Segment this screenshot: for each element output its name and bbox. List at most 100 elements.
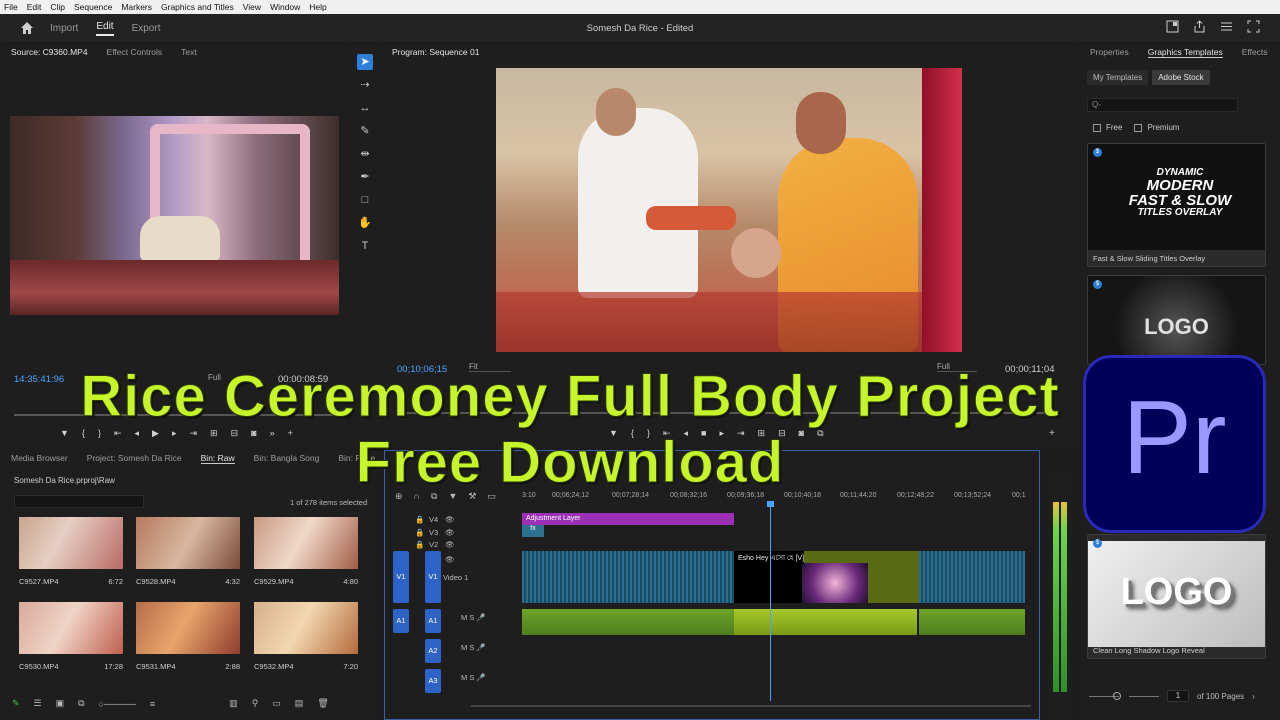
find-icon[interactable]: ⚲ [252, 698, 259, 709]
menu-sequence[interactable]: Sequence [74, 2, 112, 12]
tab-project[interactable]: Project: Somesh Da Rice [87, 453, 182, 463]
lift-icon[interactable]: ⊞ [758, 428, 766, 439]
razor-tool-icon[interactable]: ✎ [357, 123, 373, 139]
sort-icon[interactable]: ≡ [150, 699, 155, 709]
song-audio-clip[interactable] [734, 609, 917, 635]
tab-bin-project[interactable]: Bin: Proje [338, 453, 375, 463]
mute-solo-controls[interactable]: M S 🎤 [461, 613, 486, 622]
slider-handle[interactable] [1113, 692, 1121, 700]
eye-icon[interactable]: 👁 [445, 515, 455, 524]
quick-export-icon[interactable] [1166, 20, 1179, 33]
v1-clip[interactable] [919, 551, 1025, 603]
tab-bin-raw[interactable]: Bin: Raw [200, 453, 235, 464]
camera-icon[interactable]: ◙ [251, 428, 256, 439]
eye-icon[interactable]: 👁 [445, 555, 455, 564]
icon-view-icon[interactable]: ▣ [56, 698, 65, 709]
tab-text[interactable]: Text [181, 47, 197, 57]
add-button-icon[interactable]: + [288, 428, 293, 439]
lock-icon[interactable]: 🔒 [415, 528, 424, 537]
go-to-out-icon[interactable]: ⇥ [189, 428, 197, 439]
source-resolution-select[interactable]: Full [208, 373, 221, 382]
step-back-icon[interactable]: ◂ [135, 428, 140, 439]
menu-markers[interactable]: Markers [121, 2, 152, 12]
in-point-icon[interactable]: { [631, 428, 634, 439]
slip-tool-icon[interactable]: ⇹ [357, 146, 373, 162]
snap-icon[interactable]: ⊕ [395, 491, 403, 502]
linked-selection-icon[interactable]: ∩ [414, 491, 420, 502]
clip-thumbnail[interactable]: C9530.MP4 17:28 [19, 602, 123, 671]
tab-properties[interactable]: Properties [1090, 47, 1129, 57]
track-target-a1[interactable]: A1 [425, 609, 441, 633]
zoom-slider[interactable]: ○───── [99, 699, 136, 709]
play-icon[interactable]: ▶ [152, 428, 159, 439]
workspace-import[interactable]: Import [50, 23, 78, 34]
ripple-edit-tool-icon[interactable]: ↔ [357, 100, 373, 116]
program-scrubber[interactable] [397, 412, 1057, 414]
song-clip[interactable]: Esho Hey এসো হে [V] [734, 551, 919, 603]
insert-icon[interactable]: ⊞ [210, 428, 218, 439]
source-patch-v1[interactable]: V1 [393, 551, 409, 603]
type-tool-icon[interactable]: T [357, 238, 373, 254]
pen-tool-icon[interactable]: ✒ [357, 169, 373, 185]
v3-clip[interactable]: fx [522, 525, 544, 537]
program-timecode[interactable]: 00;10;06;15 [397, 364, 447, 375]
timeline-horizontal-scrollbar[interactable] [471, 705, 1031, 707]
clip-thumbnail[interactable]: C9527.MP4 6:72 [19, 517, 123, 586]
step-back-icon[interactable]: ◂ [684, 428, 689, 439]
camera-icon[interactable]: ◙ [799, 428, 804, 439]
program-resolution-select[interactable]: Full [937, 362, 977, 372]
track-target-a3[interactable]: A3 [425, 669, 441, 693]
eye-icon[interactable]: 👁 [445, 540, 455, 549]
marker-icon[interactable]: ▼ [60, 428, 69, 439]
templates-search-input[interactable]: Q- [1087, 98, 1238, 112]
menu-window[interactable]: Window [270, 2, 300, 12]
new-item-icon[interactable]: ▤ [295, 698, 304, 709]
subtab-adobe-stock[interactable]: Adobe Stock [1152, 70, 1210, 85]
source-scrubber[interactable] [14, 414, 334, 416]
tab-source[interactable]: Source: C9360.MP4 [11, 47, 88, 57]
list-view-icon[interactable]: ☰ [34, 698, 42, 709]
tab-effects[interactable]: Effects [1242, 47, 1268, 57]
out-point-icon[interactable]: } [98, 428, 101, 439]
source-preview[interactable] [10, 116, 339, 315]
tab-media-browser[interactable]: Media Browser [11, 453, 68, 463]
overwrite-icon[interactable]: ⊟ [231, 428, 239, 439]
v1-clip[interactable] [522, 551, 734, 603]
mute-solo-controls[interactable]: M S 🎤 [461, 673, 486, 682]
lock-icon[interactable]: 🔒 [415, 540, 424, 549]
stop-icon[interactable]: ■ [701, 428, 706, 439]
add-marker-icon[interactable]: ⧉ [431, 491, 437, 502]
compare-icon[interactable]: ⧉ [817, 428, 823, 439]
in-point-icon[interactable]: { [82, 428, 85, 439]
step-forward-icon[interactable]: ▸ [719, 428, 724, 439]
extract-icon[interactable]: ⊟ [778, 428, 786, 439]
captions-icon[interactable]: ▭ [487, 491, 496, 502]
menu-file[interactable]: File [4, 2, 18, 12]
wrench-icon[interactable]: ⚒ [468, 491, 476, 502]
lock-icon[interactable]: 🔒 [415, 515, 424, 524]
menu-view[interactable]: View [243, 2, 261, 12]
fullscreen-icon[interactable] [1247, 20, 1260, 33]
a1-clip[interactable] [522, 609, 734, 635]
go-to-in-icon[interactable]: ⇤ [114, 428, 122, 439]
workspace-export[interactable]: Export [132, 23, 161, 34]
go-to-in-icon[interactable]: ⇤ [663, 428, 671, 439]
source-patch-a1[interactable]: A1 [393, 609, 409, 633]
next-page-icon[interactable]: › [1252, 692, 1255, 701]
page-number-input[interactable]: 1 [1167, 690, 1189, 702]
selection-tool-icon[interactable]: ➤ [357, 54, 373, 70]
source-timecode[interactable]: 14:35:41:96 [14, 374, 64, 385]
template-card[interactable]: LOGO $ Clean Long Shadow Logo Reveal [1087, 534, 1266, 659]
tab-graphics-templates[interactable]: Graphics Templates [1147, 47, 1223, 58]
share-icon[interactable] [1193, 20, 1206, 33]
tab-bin-bangla-song[interactable]: Bin: Bangla Song [254, 453, 320, 463]
workspaces-menu-icon[interactable] [1220, 20, 1233, 33]
menu-edit[interactable]: Edit [27, 2, 42, 12]
more-icon[interactable]: » [270, 428, 275, 439]
template-card[interactable]: LOGO $ [1087, 275, 1266, 365]
out-point-icon[interactable]: } [647, 428, 650, 439]
marker-icon[interactable]: ▼ [609, 428, 618, 439]
clip-thumbnail[interactable]: C9528.MP4 4:32 [136, 517, 240, 586]
tab-effect-controls[interactable]: Effect Controls [107, 47, 163, 57]
playhead[interactable] [770, 503, 771, 701]
